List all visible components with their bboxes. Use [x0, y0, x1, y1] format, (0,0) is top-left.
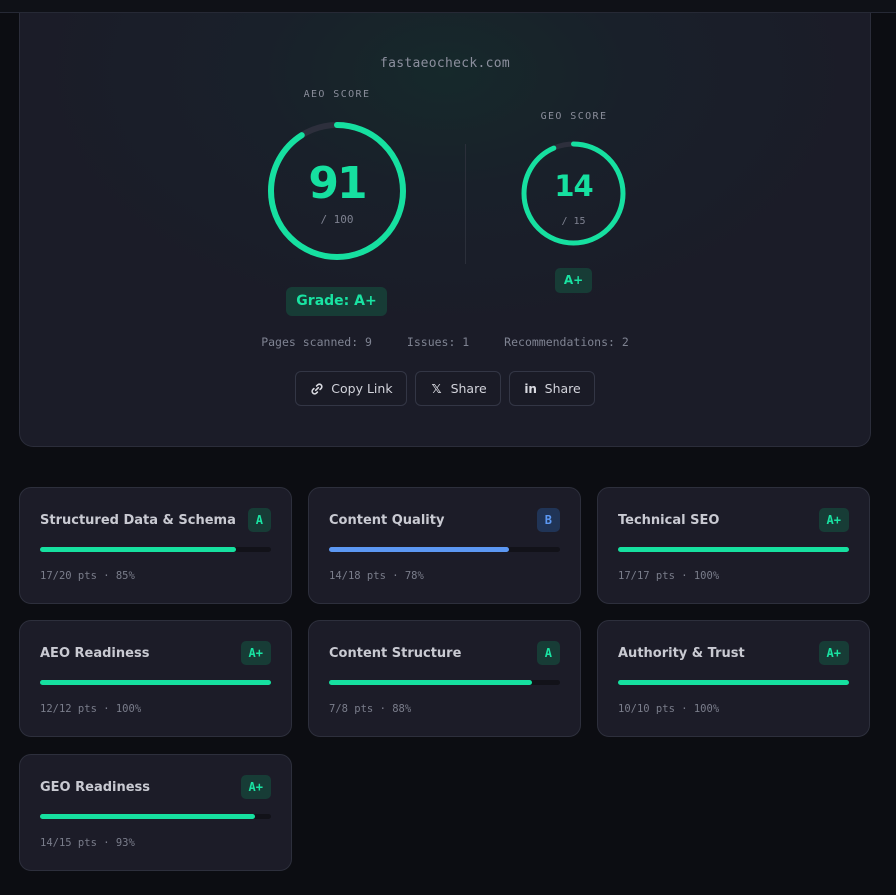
- aeo-score-value: 91: [308, 158, 367, 209]
- category-grade-badge: A+: [240, 775, 271, 799]
- category-points: 10/10 pts · 100%: [618, 703, 720, 715]
- geo-score-value: 14: [554, 169, 593, 203]
- geo-score-max: / 15: [561, 216, 586, 227]
- pages-scanned: Pages scanned: 9: [261, 335, 372, 349]
- category-points: 14/15 pts · 93%: [40, 837, 135, 849]
- category-progress-track: [40, 814, 271, 819]
- share-x-button[interactable]: 𝕏 Share: [414, 371, 501, 406]
- category-progress-track: [40, 547, 271, 552]
- category-card-content-structure: Content Structure A 7/8 pts · 88%: [308, 620, 581, 737]
- category-points: 12/12 pts · 100%: [40, 703, 142, 715]
- aeo-grade-badge: Grade: A+: [286, 287, 387, 316]
- category-progress-fill: [40, 547, 237, 552]
- score-summary-panel: fastaeocheck.com AEO SCORE 91 / 100 GEO …: [19, 13, 871, 447]
- category-card-aeo-readiness: AEO Readiness A+ 12/12 pts · 100%: [19, 620, 292, 737]
- share-linkedin-button[interactable]: in Share: [508, 371, 595, 406]
- scanned-domain: fastaeocheck.com: [379, 56, 511, 71]
- top-bar: [0, 0, 896, 13]
- link-icon: [309, 372, 325, 405]
- category-points: 17/20 pts · 85%: [40, 570, 135, 582]
- category-title: AEO Readiness: [40, 646, 150, 661]
- category-points: 17/17 pts · 100%: [618, 570, 720, 582]
- category-progress-track: [618, 547, 849, 552]
- share-actions: Copy Link 𝕏 Share in Share: [20, 371, 870, 406]
- category-title: GEO Readiness: [40, 780, 151, 795]
- recommendations-count: Recommendations: 2: [504, 335, 629, 349]
- category-grade-badge: A+: [818, 508, 849, 532]
- category-card-structured-data: Structured Data & Schema A 17/20 pts · 8…: [19, 487, 292, 604]
- category-title: Content Structure: [329, 646, 462, 661]
- aeo-score-label: AEO SCORE: [303, 89, 371, 100]
- category-points: 7/8 pts · 88%: [329, 703, 412, 715]
- category-grade-badge: B: [536, 508, 560, 532]
- geo-score-label: GEO SCORE: [540, 111, 608, 122]
- category-points: 14/18 pts · 78%: [329, 570, 424, 582]
- x-logo-icon: 𝕏: [431, 381, 442, 396]
- category-title: Structured Data & Schema: [40, 513, 236, 528]
- scan-stats: Pages scanned: 9 Issues: 1 Recommendatio…: [20, 335, 870, 349]
- category-grade-badge: A: [536, 641, 560, 665]
- copy-link-button[interactable]: Copy Link: [295, 371, 407, 406]
- category-progress-track: [40, 680, 271, 685]
- category-card-content-quality: Content Quality B 14/18 pts · 78%: [308, 487, 581, 604]
- linkedin-icon: in: [524, 382, 537, 396]
- category-card-technical-seo: Technical SEO A+ 17/17 pts · 100%: [597, 487, 870, 604]
- category-title: Content Quality: [329, 513, 445, 528]
- category-grade-badge: A: [247, 508, 271, 532]
- issues-count: Issues: 1: [406, 335, 470, 349]
- category-progress-fill: [618, 547, 849, 552]
- category-progress-fill: [40, 814, 255, 819]
- share-linkedin-label: Share: [544, 381, 581, 396]
- category-card-authority-trust: Authority & Trust A+ 10/10 pts · 100%: [597, 620, 870, 737]
- category-progress-track: [618, 680, 849, 685]
- copy-link-label: Copy Link: [331, 381, 393, 396]
- category-progress-fill: [329, 680, 533, 685]
- category-title: Technical SEO: [618, 513, 720, 528]
- category-progress-fill: [618, 680, 849, 685]
- category-progress-fill: [329, 547, 510, 552]
- category-card-geo-readiness: GEO Readiness A+ 14/15 pts · 93%: [19, 754, 292, 871]
- geo-grade-badge: A+: [555, 268, 592, 293]
- geo-score-ring: 14 / 15: [520, 140, 627, 247]
- category-progress-track: [329, 680, 560, 685]
- category-grade-badge: A+: [240, 641, 271, 665]
- category-progress-track: [329, 547, 560, 552]
- aeo-score-max: / 100: [320, 213, 354, 226]
- aeo-score-ring: 91 / 100: [266, 120, 408, 262]
- category-grade-badge: A+: [818, 641, 849, 665]
- score-divider: [465, 144, 466, 264]
- category-title: Authority & Trust: [618, 646, 745, 661]
- share-x-label: Share: [450, 381, 487, 396]
- category-progress-fill: [40, 680, 271, 685]
